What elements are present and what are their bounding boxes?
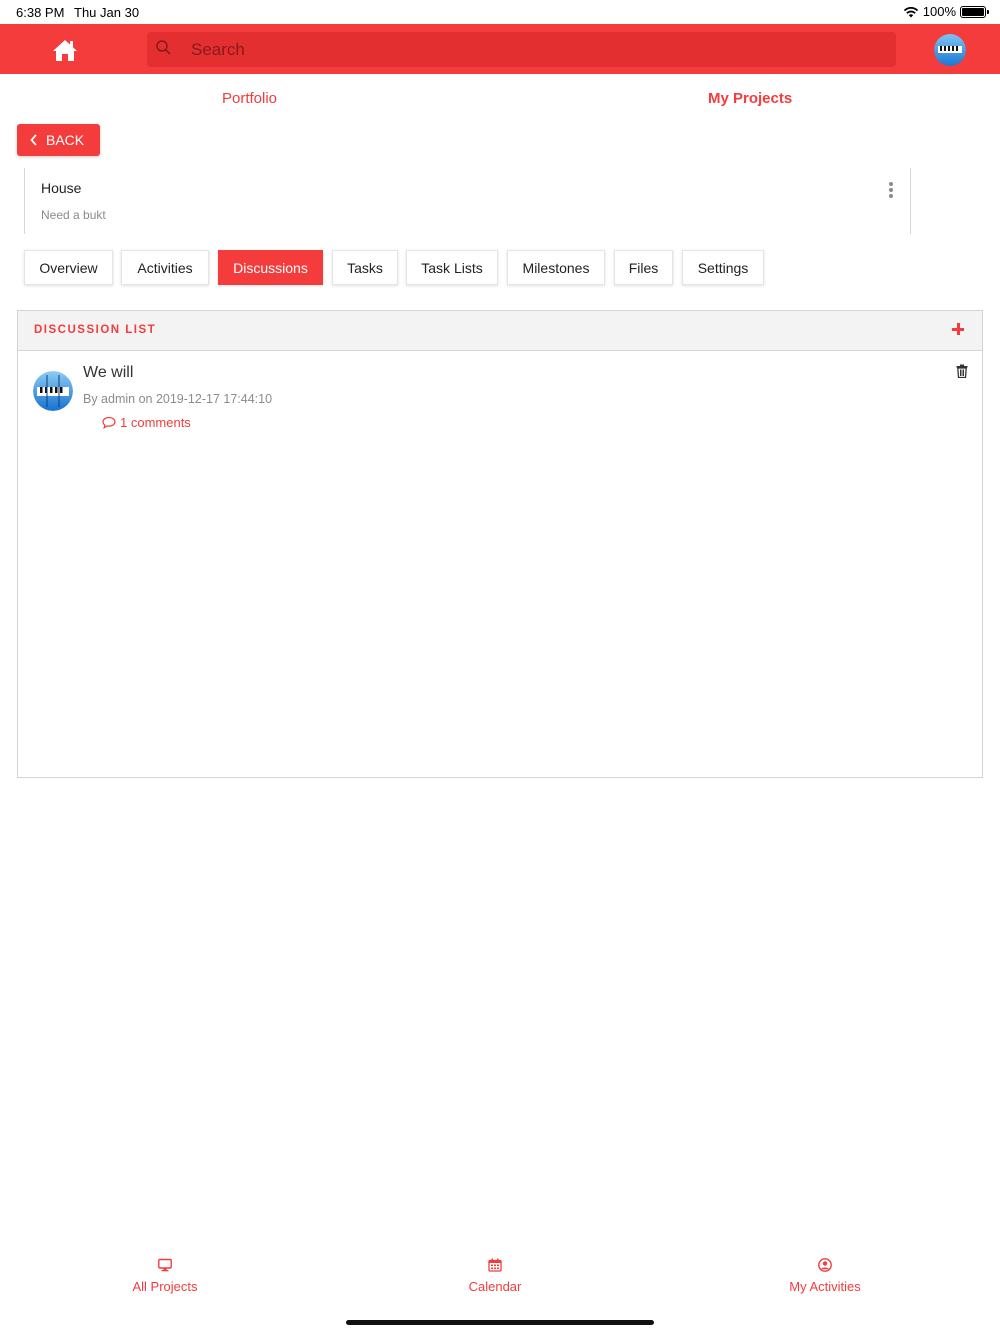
tab-milestones[interactable]: Milestones (507, 250, 605, 285)
status-date: Thu Jan 30 (74, 5, 140, 20)
delete-button[interactable] (956, 364, 968, 379)
back-label: BACK (46, 132, 85, 148)
nav-all-projects[interactable]: All Projects (65, 1250, 265, 1294)
home-button[interactable] (52, 38, 78, 62)
trash-icon (956, 364, 968, 379)
tab-files[interactable]: Files (614, 250, 673, 285)
comments-link[interactable]: 1 comments (102, 415, 191, 430)
list-item[interactable]: We will By admin on 2019-12-17 17:44:10 … (18, 351, 982, 441)
chevron-left-icon (30, 134, 37, 146)
discussion-panel: DISCUSSION LIST We will By admin on 2019… (17, 310, 983, 778)
nav-my-activities-label: My Activities (789, 1279, 861, 1294)
project-title: House (41, 180, 82, 196)
plus-icon[interactable] (952, 323, 964, 335)
calendar-icon (488, 1258, 502, 1272)
tab-task-lists[interactable]: Task Lists (406, 250, 498, 285)
nav-my-activities[interactable]: My Activities (725, 1250, 925, 1294)
tab-overview[interactable]: Overview (24, 250, 113, 285)
avatar (33, 371, 73, 411)
app-header (0, 24, 1000, 74)
status-indicators: 100% (903, 4, 989, 19)
app-screen: 6:38 PM Thu Jan 30 100% Search Portfolio… (0, 0, 1000, 1334)
battery-percent: 100% (922, 4, 956, 19)
kebab-icon[interactable] (888, 182, 894, 198)
home-icon (53, 40, 77, 61)
avatar-image (33, 371, 73, 411)
discussion-title[interactable]: We will (83, 364, 133, 382)
project-subtitle: Need a bukt (41, 208, 106, 222)
tab-tasks[interactable]: Tasks (332, 250, 398, 285)
tab-my-projects[interactable]: My Projects (708, 90, 792, 107)
search-icon (156, 40, 171, 55)
project-card: House Need a bukt (24, 168, 911, 234)
home-indicator (346, 1320, 654, 1325)
back-button[interactable]: BACK (17, 124, 100, 156)
user-avatar[interactable] (934, 34, 966, 66)
wifi-icon (903, 6, 918, 17)
monitor-icon (158, 1258, 172, 1272)
nav-calendar-label: Calendar (468, 1279, 522, 1294)
search-input[interactable] (191, 32, 881, 67)
user-circle-icon (818, 1258, 832, 1272)
comments-count: 1 comments (120, 415, 191, 430)
discussion-list-title: DISCUSSION LIST (34, 324, 157, 336)
tab-discussions[interactable]: Discussions (218, 250, 323, 285)
discussion-panel-header: DISCUSSION LIST (18, 311, 982, 351)
comment-icon (102, 416, 116, 429)
status-time: 6:38 PM (16, 5, 65, 20)
nav-calendar[interactable]: Calendar (395, 1250, 595, 1294)
status-bar: 6:38 PM Thu Jan 30 100% (0, 0, 1000, 24)
avatar-image (934, 34, 966, 66)
nav-all-projects-label: All Projects (132, 1279, 198, 1294)
tab-activities[interactable]: Activities (121, 250, 209, 285)
battery-icon (960, 5, 989, 18)
discussion-meta: By admin on 2019-12-17 17:44:10 (83, 392, 273, 406)
bottom-nav: All Projects Calendar My Activities (0, 1250, 1000, 1310)
search-bar[interactable] (147, 32, 896, 67)
tab-portfolio[interactable]: Portfolio (222, 90, 277, 107)
tab-settings[interactable]: Settings (682, 250, 764, 285)
